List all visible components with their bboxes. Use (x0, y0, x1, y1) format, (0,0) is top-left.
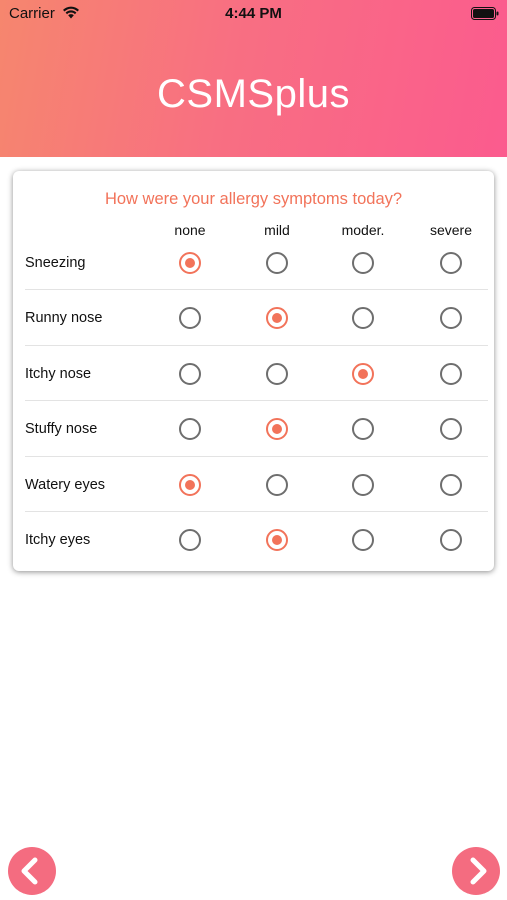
previous-button[interactable] (8, 847, 56, 895)
symptom-row: Watery eyes (13, 457, 494, 512)
radio-button[interactable] (266, 418, 288, 440)
symptom-label: Itchy nose (25, 365, 92, 382)
symptom-row: Itchy nose (13, 346, 494, 401)
symptom-row: Sneezing (13, 235, 494, 290)
battery-icon (471, 7, 499, 20)
symptom-survey-card: How were your allergy symptoms today? no… (13, 171, 494, 571)
symptom-label: Sneezing (25, 254, 86, 271)
radio-button[interactable] (179, 251, 201, 274)
radio-button[interactable] (179, 307, 201, 329)
radio-button[interactable] (266, 529, 288, 551)
chevron-left-icon (21, 857, 38, 885)
radio-button[interactable] (266, 473, 288, 496)
radio-button[interactable] (352, 473, 374, 496)
clock-time: 4:44 PM (225, 5, 282, 22)
symptom-row: Stuffy nose (13, 402, 494, 457)
radio-button[interactable] (266, 362, 288, 385)
radio-button[interactable] (440, 529, 462, 551)
chevron-right-icon (470, 857, 487, 885)
radio-button[interactable] (352, 418, 374, 440)
radio-button[interactable] (440, 307, 462, 329)
symptom-row: Runny nose (13, 291, 494, 346)
symptom-label: Watery eyes (25, 476, 106, 493)
next-button[interactable] (452, 847, 500, 895)
symptom-label: Runny nose (25, 310, 103, 326)
app-header: Carrier 4:44 PM CSMSplus (0, 0, 507, 157)
radio-button[interactable] (440, 418, 462, 440)
radio-button[interactable] (179, 362, 201, 385)
radio-button[interactable] (179, 418, 201, 440)
status-bar: Carrier 4:44 PM (0, 0, 507, 30)
app-title: CSMSplus (157, 72, 350, 116)
radio-button[interactable] (352, 362, 374, 385)
symptom-label: Itchy eyes (25, 532, 91, 548)
radio-button[interactable] (266, 251, 288, 274)
radio-button[interactable] (440, 473, 462, 496)
radio-button[interactable] (352, 251, 374, 274)
radio-button[interactable] (440, 362, 462, 385)
symptom-label: Stuffy nose (25, 421, 98, 437)
radio-button[interactable] (352, 529, 374, 551)
radio-button[interactable] (179, 473, 201, 496)
survey-question: How were your allergy symptoms today? (104, 190, 403, 208)
radio-button[interactable] (266, 307, 288, 329)
radio-button[interactable] (179, 529, 201, 551)
radio-button[interactable] (352, 307, 374, 329)
symptom-row: Itchy eyes (13, 513, 494, 568)
radio-button[interactable] (440, 251, 462, 274)
